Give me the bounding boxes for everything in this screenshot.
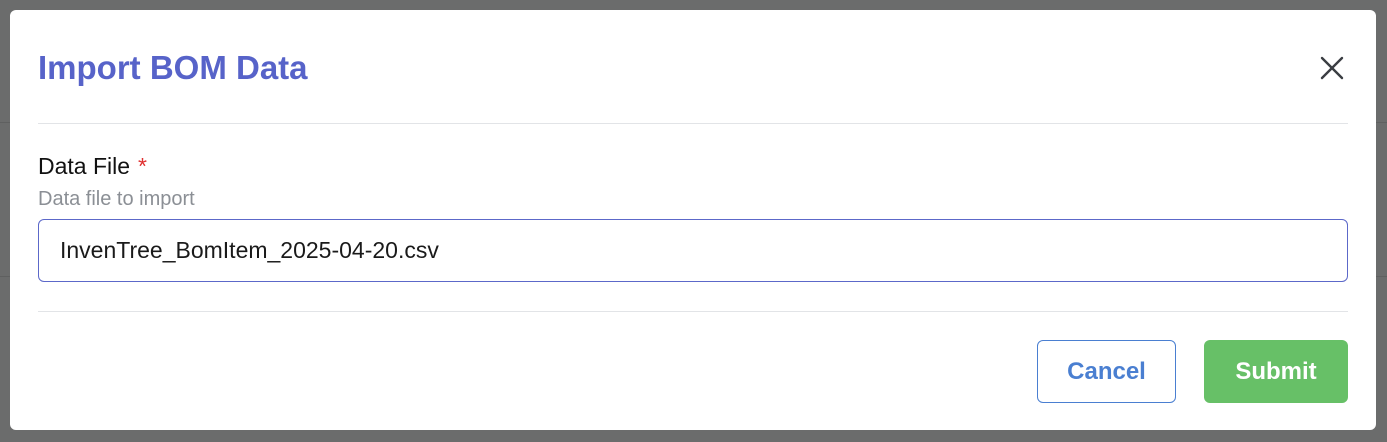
footer-divider	[38, 311, 1348, 312]
close-button[interactable]	[1310, 46, 1354, 90]
data-file-input[interactable]: InvenTree_BomItem_2025-04-20.csv	[38, 219, 1348, 282]
header-divider	[38, 123, 1348, 124]
background-divider	[1376, 276, 1387, 277]
data-file-value: InvenTree_BomItem_2025-04-20.csv	[60, 237, 439, 263]
cancel-button[interactable]: Cancel	[1037, 340, 1176, 403]
background-divider	[1376, 122, 1387, 123]
data-file-label-text: Data File	[38, 153, 131, 179]
close-icon	[1320, 56, 1344, 80]
import-bom-dialog: Import BOM Data Data File * Data file to …	[10, 10, 1376, 430]
data-file-description: Data file to import	[38, 188, 195, 210]
background-divider	[0, 122, 10, 123]
background-divider	[0, 276, 10, 277]
required-marker: *	[138, 153, 147, 179]
submit-button[interactable]: Submit	[1204, 340, 1348, 403]
dialog-title: Import BOM Data	[38, 49, 308, 86]
data-file-label: Data File *	[38, 151, 147, 181]
